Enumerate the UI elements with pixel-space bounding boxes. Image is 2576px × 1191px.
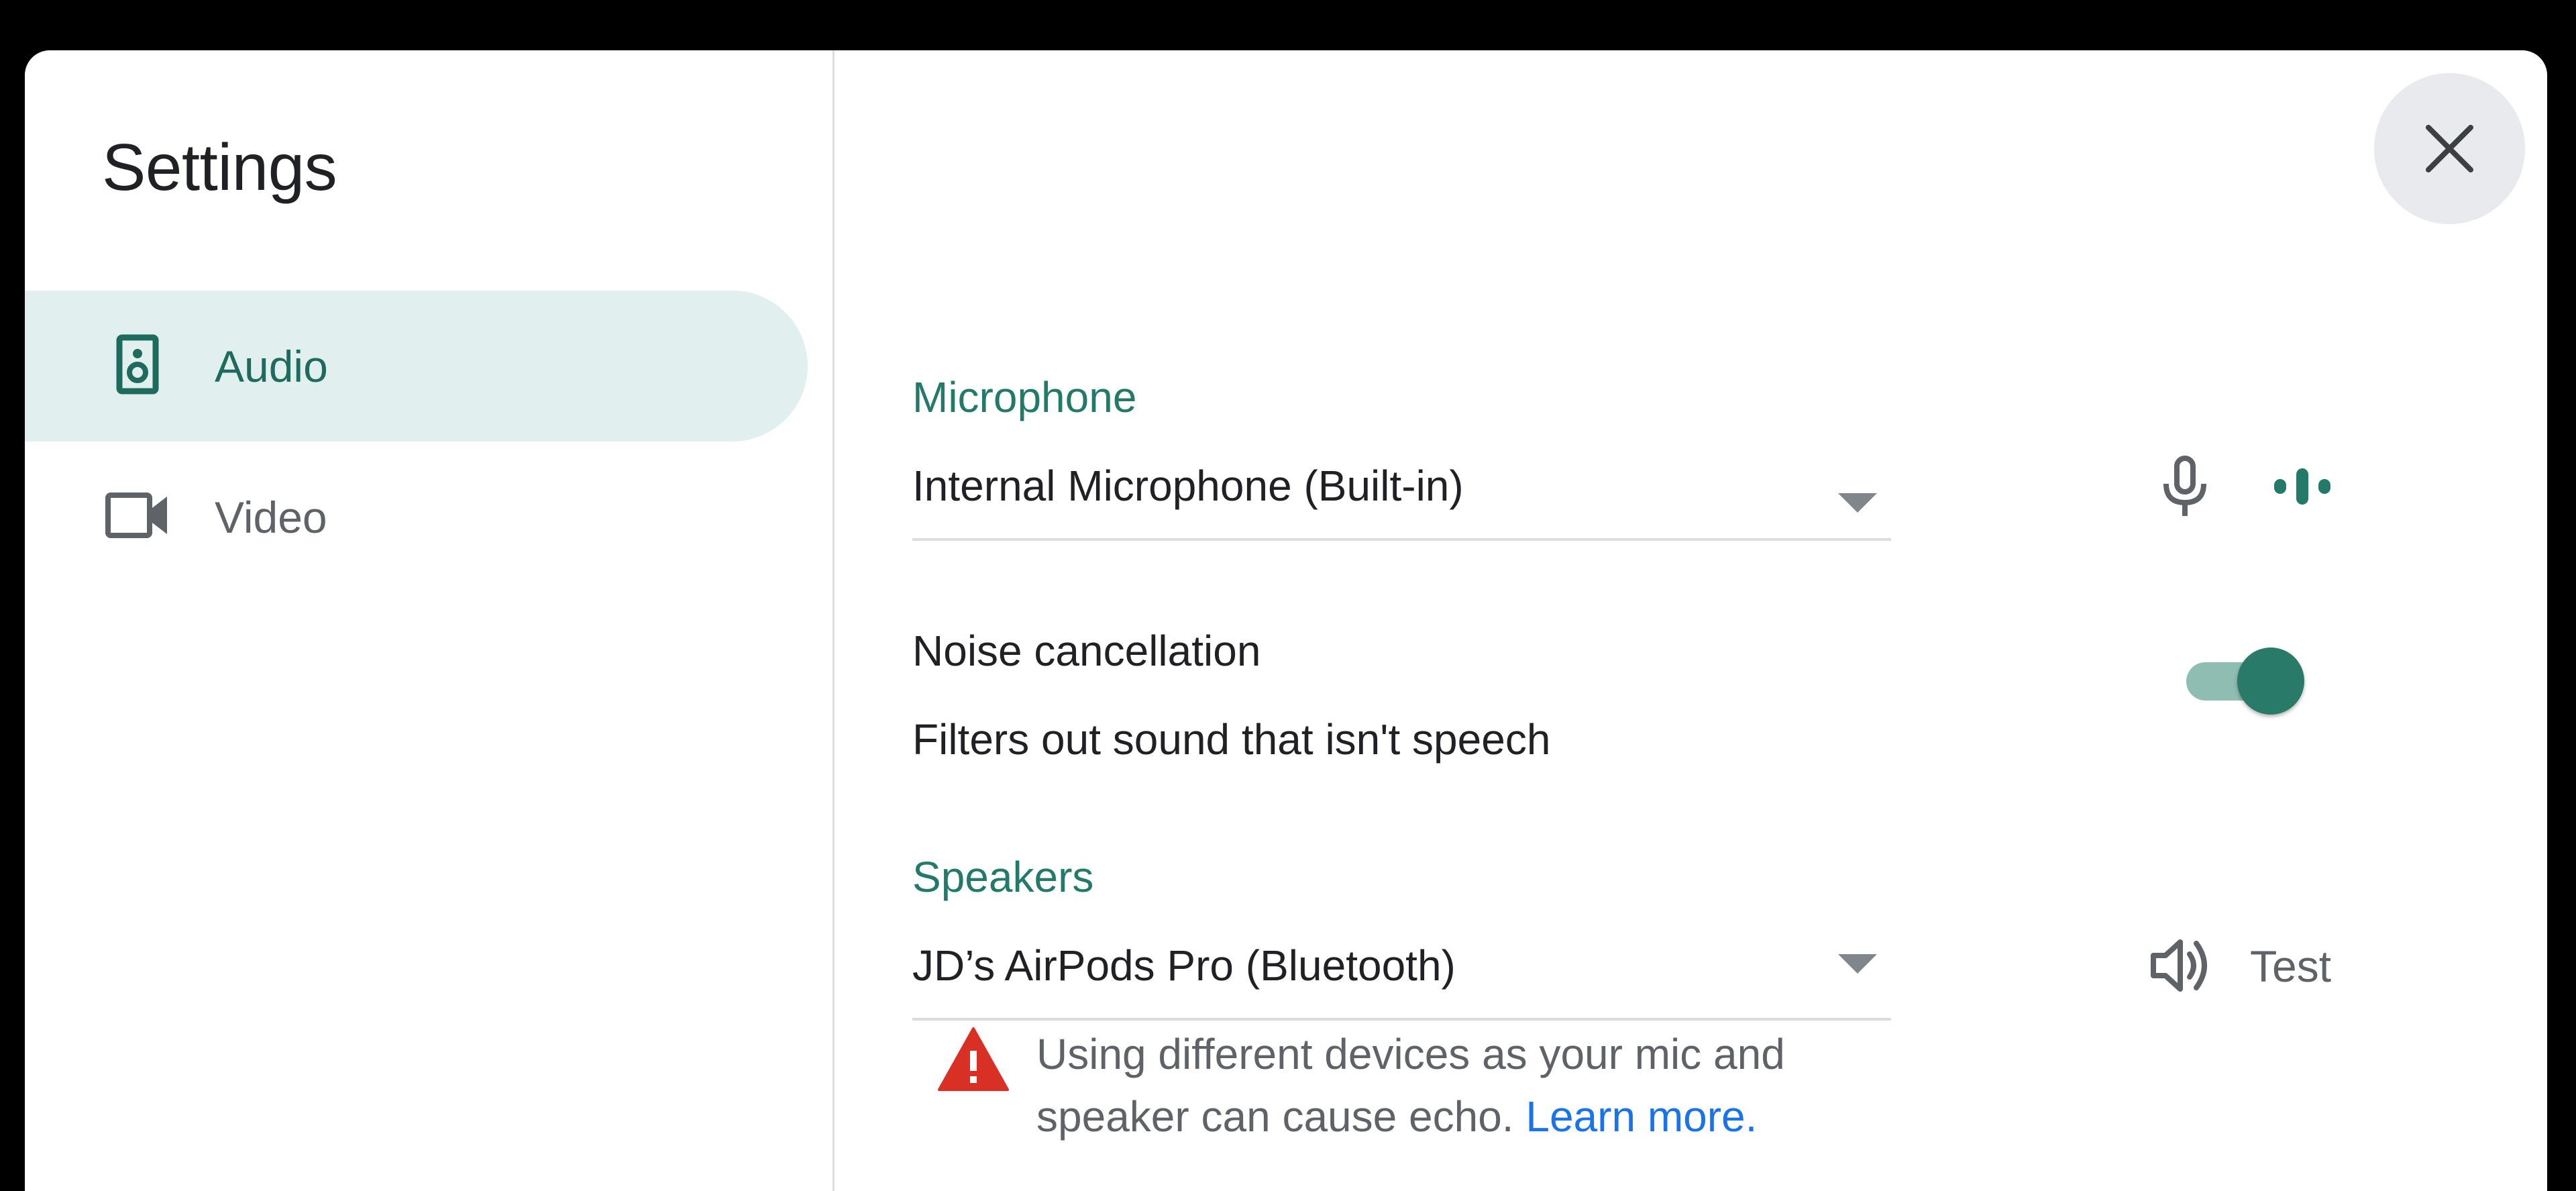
test-label: Test	[2250, 941, 2332, 991]
videocam-icon	[104, 482, 171, 549]
sidebar-item-label: Audio	[215, 342, 328, 391]
audio-level-icon	[2269, 456, 2336, 517]
chevron-down-icon[interactable]	[1838, 493, 1877, 513]
settings-dialog: Settings Audio Video Microphone Internal…	[25, 50, 2547, 1191]
speaker-icon	[104, 331, 171, 398]
microphone-icon[interactable]	[2151, 453, 2218, 520]
speakers-select[interactable]: JD’s AirPods Pro (Bluetooth)	[912, 941, 1456, 990]
sidebar-item-video[interactable]: Video	[25, 442, 808, 592]
noise-cancellation-toggle[interactable]	[2186, 648, 2304, 715]
noise-cancellation-title: Noise cancellation	[912, 627, 1261, 675]
close-button[interactable]	[2374, 73, 2525, 224]
warning-icon	[936, 1025, 1010, 1092]
toggle-thumb	[2237, 648, 2304, 715]
echo-warning: Using different devices as your mic and …	[1036, 1023, 1882, 1148]
microphone-section-label: Microphone	[912, 373, 1137, 421]
test-speakers-button[interactable]: Test	[2148, 927, 2356, 1001]
speakers-select-underline	[912, 1018, 1891, 1021]
dialog-title: Settings	[102, 130, 337, 204]
close-icon	[2426, 125, 2473, 172]
learn-more-link[interactable]: Learn more.	[1525, 1092, 1757, 1141]
chevron-down-icon[interactable]	[1838, 954, 1877, 974]
volume-icon	[2148, 935, 2215, 996]
sidebar-item-audio[interactable]: Audio	[25, 291, 808, 442]
settings-sidebar: Settings Audio Video	[25, 50, 835, 1191]
speakers-section-label: Speakers	[912, 853, 1094, 901]
microphone-select[interactable]: Internal Microphone (Built-in)	[912, 461, 1464, 511]
microphone-select-underline	[912, 538, 1891, 541]
sidebar-item-label: Video	[215, 493, 327, 542]
noise-cancellation-description: Filters out sound that isn't speech	[912, 715, 1551, 764]
